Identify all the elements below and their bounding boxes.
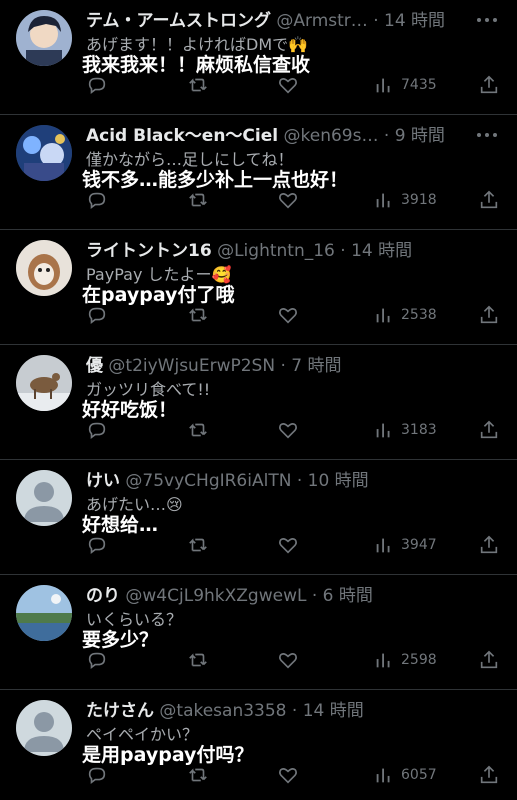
- more-icon[interactable]: [475, 125, 499, 145]
- avatar[interactable]: [16, 125, 72, 181]
- reply-item[interactable]: テム・アームストロング @Armstr… · 14 時間 あげます！！よければD…: [0, 0, 517, 115]
- separator-dot: ·: [383, 126, 390, 146]
- user-handle[interactable]: @w4CjL9hkXZgwewL: [125, 586, 306, 606]
- timestamp[interactable]: 10 時間: [308, 471, 369, 491]
- timestamp[interactable]: 6 時間: [323, 586, 373, 606]
- translation-subtitle: 好想给…: [82, 514, 159, 536]
- translation-subtitle: 要多少？: [82, 629, 159, 651]
- reply-item[interactable]: けい @75vyCHgIR6iAlTN · 10 時間 あげたい…😢 好想给… …: [0, 460, 517, 575]
- separator-dot: ·: [311, 586, 318, 606]
- translation-subtitle: 钱不多…能多少补上一点也好！: [82, 169, 349, 191]
- view-count: 3183: [401, 422, 437, 438]
- avatar[interactable]: [16, 470, 72, 526]
- display-name[interactable]: 優: [86, 356, 103, 376]
- user-handle[interactable]: @ken69s…: [284, 126, 379, 146]
- reply-item[interactable]: のり @w4CjL9hkXZgwewL · 6 時間 いくらいる？ 要多少？ 2…: [0, 575, 517, 690]
- display-name[interactable]: テム・アームストロング: [86, 11, 271, 31]
- view-count: 6057: [401, 767, 437, 783]
- separator-dot: ·: [340, 241, 346, 261]
- avatar[interactable]: [16, 10, 72, 66]
- view-count: 3947: [401, 537, 437, 553]
- display-name[interactable]: のり: [86, 586, 120, 606]
- reply-header: ライトントン16 @Lightntn_16 · 14 時間: [86, 238, 506, 264]
- reply-header: テム・アームストロング @Armstr… · 14 時間: [86, 8, 506, 34]
- user-handle[interactable]: @Lightntn_16: [217, 241, 335, 261]
- reply-item[interactable]: Acid Black～en～Ciel @ken69s… · 9 時間 僅かながら…: [0, 115, 517, 230]
- view-count: 7435: [401, 77, 437, 93]
- view-count: 2538: [401, 307, 437, 323]
- reply-item[interactable]: ライトントン16 @Lightntn_16 · 14 時間 PayPay したよ…: [0, 230, 517, 345]
- timestamp[interactable]: 7 時間: [291, 356, 341, 376]
- user-handle[interactable]: @Armstr…: [276, 11, 367, 31]
- timestamp[interactable]: 14 時間: [384, 11, 445, 31]
- avatar[interactable]: [16, 355, 72, 411]
- user-handle[interactable]: @takesan3358: [159, 701, 286, 721]
- reply-header: Acid Black～en～Ciel @ken69s… · 9 時間: [86, 123, 506, 149]
- translation-subtitle: 在paypay付了哦: [82, 284, 235, 306]
- user-handle[interactable]: @75vyCHgIR6iAlTN: [125, 471, 291, 491]
- reply-header: たけさん @takesan3358 · 14 時間: [86, 698, 506, 724]
- timestamp[interactable]: 14 時間: [303, 701, 364, 721]
- translation-subtitle: 我来我来！！麻烦私信查收: [82, 54, 311, 76]
- reply-header: のり @w4CjL9hkXZgwewL · 6 時間: [86, 583, 506, 609]
- separator-dot: ·: [296, 471, 303, 491]
- avatar[interactable]: [16, 585, 72, 641]
- timestamp[interactable]: 9 時間: [395, 126, 445, 146]
- view-count: 3918: [401, 192, 437, 208]
- timestamp[interactable]: 14 時間: [351, 241, 412, 261]
- reply-item[interactable]: たけさん @takesan3358 · 14 時間 ペイペイかい？ 是用payp…: [0, 690, 517, 800]
- translation-subtitle: 好好吃饭！: [82, 399, 178, 421]
- avatar[interactable]: [16, 240, 72, 296]
- display-name[interactable]: けい: [86, 471, 120, 491]
- separator-dot: ·: [280, 356, 286, 376]
- display-name[interactable]: Acid Black～en～Ciel: [86, 126, 278, 146]
- avatar[interactable]: [16, 700, 72, 756]
- display-name[interactable]: ライトントン16: [86, 241, 212, 261]
- reply-header: けい @75vyCHgIR6iAlTN · 10 時間: [86, 468, 506, 494]
- separator-dot: ·: [373, 11, 379, 31]
- translation-subtitle: 是用paypay付吗？: [82, 744, 254, 766]
- user-handle[interactable]: @t2iyWjsuErwP2SN: [108, 356, 275, 376]
- reply-header: 優 @t2iyWjsuErwP2SN · 7 時間: [86, 353, 506, 379]
- display-name[interactable]: たけさん: [86, 701, 154, 721]
- view-count: 2598: [401, 652, 437, 668]
- more-icon[interactable]: [475, 10, 499, 30]
- separator-dot: ·: [291, 701, 298, 721]
- reply-item[interactable]: 優 @t2iyWjsuErwP2SN · 7 時間 ガッツリ食べて!! 好好吃饭…: [0, 345, 517, 460]
